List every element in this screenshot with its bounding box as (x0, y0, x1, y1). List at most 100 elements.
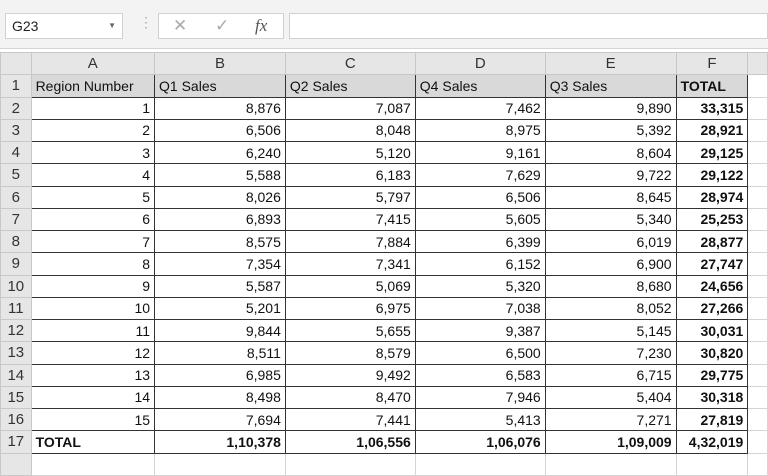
data-cell[interactable]: 9,492 (284, 363, 416, 387)
data-cell[interactable]: 7,354 (154, 252, 286, 276)
data-cell[interactable]: 8,975 (414, 118, 546, 143)
data-cell[interactable]: 9,890 (544, 96, 677, 120)
fx-icon[interactable]: fx (255, 16, 267, 36)
data-cell[interactable]: 28,921 (675, 118, 749, 143)
data-cell[interactable]: 8,579 (284, 341, 416, 365)
data-cell[interactable]: 6,583 (414, 363, 546, 387)
data-cell[interactable]: 7,629 (414, 163, 546, 187)
data-cell[interactable]: 5,069 (284, 274, 416, 298)
data-cell[interactable]: 5,320 (414, 274, 546, 298)
data-cell[interactable]: 6,183 (284, 163, 416, 187)
empty-cell[interactable] (747, 229, 768, 254)
data-cell[interactable]: 6,152 (414, 252, 546, 276)
data-cell[interactable]: 8,645 (544, 185, 677, 209)
data-cell[interactable]: 8,876 (154, 96, 286, 120)
data-cell[interactable]: 11 (30, 318, 156, 343)
row-header[interactable]: 14 (0, 363, 32, 387)
data-cell[interactable]: 30,820 (675, 341, 749, 365)
row-header[interactable]: 7 (0, 207, 32, 232)
data-cell[interactable]: 28,877 (675, 229, 749, 254)
data-cell[interactable]: 12 (30, 341, 156, 365)
data-cell[interactable]: 29,122 (675, 163, 749, 187)
data-cell[interactable]: 4 (30, 163, 156, 187)
column-header-A[interactable]: A (30, 51, 156, 76)
data-cell[interactable]: 6,893 (154, 207, 286, 232)
empty-cell[interactable] (414, 452, 546, 476)
column-header-E[interactable]: E (544, 51, 677, 76)
total-cell[interactable]: 1,09,009 (544, 430, 677, 454)
empty-cell[interactable] (747, 118, 768, 143)
row-header[interactable]: 17 (0, 430, 32, 454)
data-cell[interactable]: 6,240 (154, 140, 286, 165)
empty-cell[interactable] (747, 163, 768, 187)
row-header[interactable]: 13 (0, 341, 32, 365)
data-cell[interactable]: 6,985 (154, 363, 286, 387)
data-cell[interactable]: 5,145 (544, 318, 677, 343)
data-cell[interactable]: 5,413 (414, 407, 546, 432)
data-cell[interactable]: 8,048 (284, 118, 416, 143)
data-cell[interactable]: 9,161 (414, 140, 546, 165)
empty-cell[interactable] (30, 452, 156, 476)
header-cell[interactable]: Region Number (30, 74, 156, 98)
data-cell[interactable]: 5,605 (414, 207, 546, 232)
data-cell[interactable]: 10 (30, 296, 156, 321)
data-cell[interactable]: 9 (30, 274, 156, 298)
total-cell[interactable]: 4,32,019 (675, 430, 749, 454)
data-cell[interactable]: 8,026 (154, 185, 286, 209)
data-cell[interactable]: 5,588 (154, 163, 286, 187)
data-cell[interactable]: 29,775 (675, 363, 749, 387)
data-cell[interactable]: 7,087 (284, 96, 416, 120)
data-cell[interactable]: 5,392 (544, 118, 677, 143)
header-cell[interactable]: TOTAL (675, 74, 749, 98)
data-cell[interactable]: 3 (30, 140, 156, 165)
name-box[interactable]: G23 ▼ (5, 13, 123, 39)
data-cell[interactable]: 24,656 (675, 274, 749, 298)
empty-cell[interactable] (747, 341, 768, 365)
data-cell[interactable]: 9,844 (154, 318, 286, 343)
data-cell[interactable]: 6,399 (414, 229, 546, 254)
empty-cell[interactable] (747, 296, 768, 321)
empty-cell[interactable] (747, 407, 768, 432)
header-cell[interactable]: Q2 Sales (284, 74, 416, 98)
data-cell[interactable]: 8 (30, 252, 156, 276)
empty-cell[interactable] (747, 185, 768, 209)
total-cell[interactable]: 1,06,076 (414, 430, 546, 454)
data-cell[interactable]: 6,900 (544, 252, 677, 276)
data-cell[interactable]: 1 (30, 96, 156, 120)
total-cell[interactable]: TOTAL (30, 430, 156, 454)
select-all-corner[interactable] (0, 51, 32, 76)
data-cell[interactable]: 6 (30, 207, 156, 232)
data-cell[interactable]: 5,120 (284, 140, 416, 165)
empty-cell[interactable] (544, 452, 677, 476)
row-header[interactable]: 5 (0, 163, 32, 187)
empty-cell[interactable] (284, 452, 416, 476)
data-cell[interactable]: 8,680 (544, 274, 677, 298)
empty-cell[interactable] (747, 318, 768, 343)
empty-cell[interactable] (675, 452, 749, 476)
empty-cell[interactable] (154, 452, 286, 476)
data-cell[interactable]: 13 (30, 363, 156, 387)
empty-cell[interactable] (747, 140, 768, 165)
row-header[interactable]: 10 (0, 274, 32, 298)
data-cell[interactable]: 6,019 (544, 229, 677, 254)
data-cell[interactable]: 30,031 (675, 318, 749, 343)
data-cell[interactable]: 33,315 (675, 96, 749, 120)
total-cell[interactable]: 1,10,378 (154, 430, 286, 454)
data-cell[interactable]: 28,974 (675, 185, 749, 209)
empty-cell[interactable] (747, 274, 768, 298)
data-cell[interactable]: 27,266 (675, 296, 749, 321)
header-cell[interactable]: Q1 Sales (154, 74, 286, 98)
row-header[interactable]: 16 (0, 407, 32, 432)
chevron-down-icon[interactable]: ▼ (108, 14, 116, 38)
empty-cell[interactable] (747, 74, 768, 98)
data-cell[interactable]: 14 (30, 385, 156, 410)
empty-cell[interactable] (0, 452, 32, 476)
row-header[interactable]: 8 (0, 229, 32, 254)
empty-cell[interactable] (747, 363, 768, 387)
data-cell[interactable]: 2 (30, 118, 156, 143)
data-cell[interactable]: 8,052 (544, 296, 677, 321)
data-cell[interactable]: 5,340 (544, 207, 677, 232)
drag-handle-icon[interactable]: ⋮ (139, 14, 153, 31)
data-cell[interactable]: 5,797 (284, 185, 416, 209)
data-cell[interactable]: 8,511 (154, 341, 286, 365)
